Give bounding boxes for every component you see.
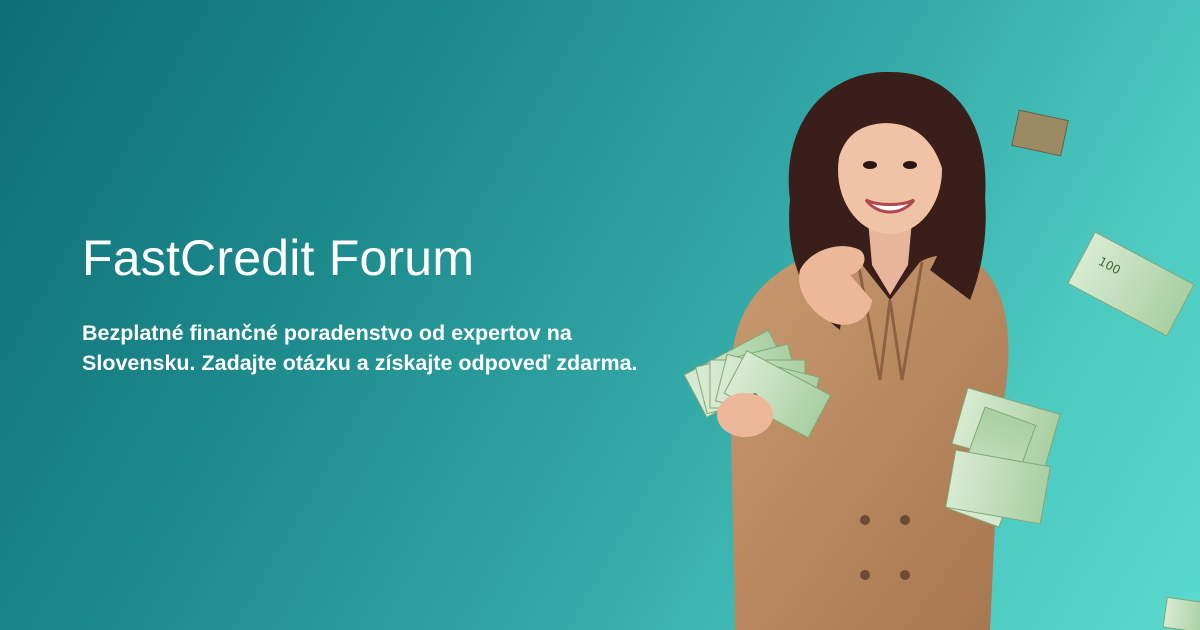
woman-with-money-illustration: 100 100 bbox=[683, 71, 1200, 630]
banner-description: Bezplatné finančné poradenstvo od expert… bbox=[82, 321, 638, 375]
banner-title: FastCredit Forum bbox=[82, 230, 475, 286]
hero-banner: FastCredit Forum Bezplatné finančné pora… bbox=[0, 0, 1200, 630]
